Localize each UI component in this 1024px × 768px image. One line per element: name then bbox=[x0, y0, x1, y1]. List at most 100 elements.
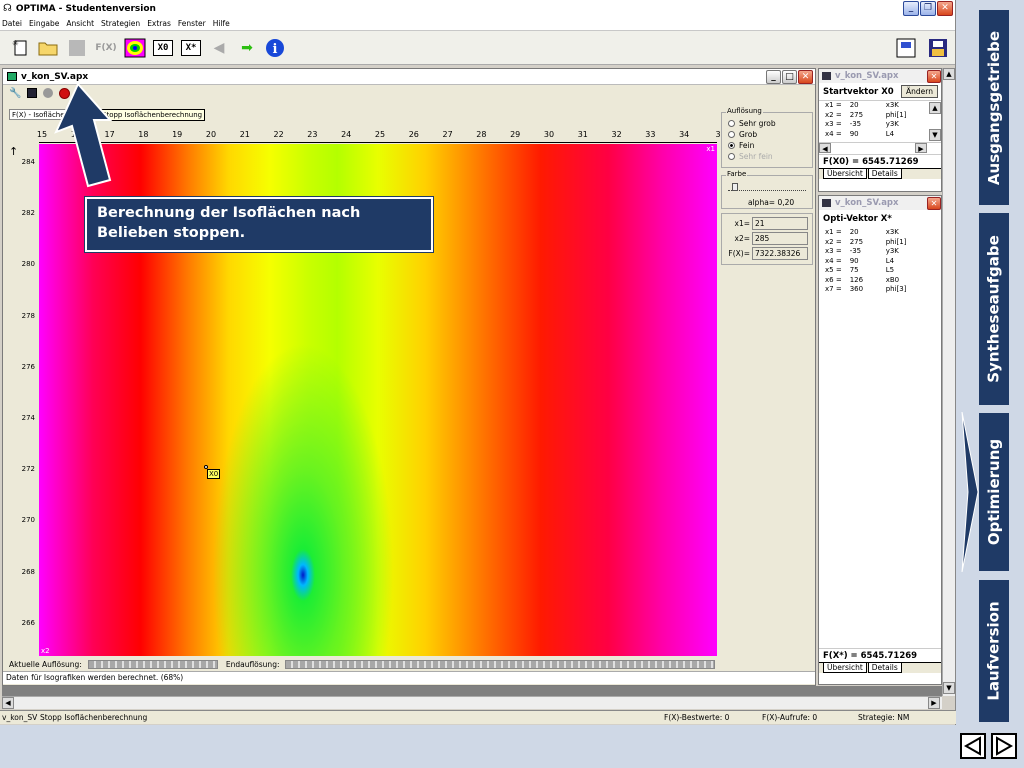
optivektor-header: Opti-Vektor X* bbox=[819, 210, 941, 228]
x0-marker: X0 bbox=[207, 469, 221, 479]
menu-datei[interactable]: Datei bbox=[2, 19, 22, 28]
variable-name: x1 = bbox=[825, 101, 842, 110]
variable-value: 126 bbox=[849, 275, 864, 284]
menu-ansicht[interactable]: Ansicht bbox=[66, 19, 94, 28]
panel-icon bbox=[822, 72, 831, 80]
x-tick-label: 23 bbox=[307, 130, 318, 139]
aktuelle-aufloesung-label: Aktuelle Auflösung: bbox=[9, 659, 82, 669]
tud-logo-icon[interactable] bbox=[895, 37, 917, 59]
menu-strategien[interactable]: Strategien bbox=[101, 19, 140, 28]
arrow-right-icon[interactable]: ➡ bbox=[236, 37, 258, 59]
start-scroll-down[interactable]: ▼ bbox=[929, 129, 941, 141]
radio-fein[interactable]: Fein bbox=[728, 140, 812, 151]
alpha-slider-thumb[interactable] bbox=[732, 183, 738, 191]
x-tick-label: 26 bbox=[408, 130, 419, 139]
variable-symbol: phi[3] bbox=[885, 285, 907, 294]
variable-name: x2 = bbox=[825, 237, 842, 246]
radio-sehr-fein[interactable]: Sehr fein bbox=[728, 151, 812, 162]
aendern-button[interactable]: Ändern bbox=[901, 85, 938, 98]
close-button[interactable]: ✕ bbox=[937, 1, 953, 16]
menu-hilfe[interactable]: Hilfe bbox=[213, 19, 230, 28]
start-scroll-up[interactable]: ▲ bbox=[929, 102, 941, 114]
prev-slide-button[interactable] bbox=[960, 733, 986, 759]
axis-x1-label: x1 bbox=[706, 145, 715, 153]
optivektor-titlebar: v_kon_SV.apx ✕ bbox=[819, 196, 941, 210]
doc-minimize-button[interactable]: _ bbox=[766, 69, 781, 84]
variable-value: 20 bbox=[849, 228, 859, 237]
start-scroll-left[interactable]: ◀ bbox=[819, 143, 831, 153]
control-panel: Auflösung Sehr grob Grob Fein Sehr fein … bbox=[719, 105, 815, 685]
main-vertical-scrollbar[interactable]: ▲ ▼ bbox=[942, 68, 955, 696]
next-slide-button[interactable] bbox=[991, 733, 1017, 759]
x-tick-label: 32 bbox=[611, 130, 622, 139]
open-folder-icon[interactable] bbox=[38, 37, 60, 59]
floppy-icon[interactable] bbox=[927, 37, 949, 59]
save-icon[interactable] bbox=[27, 88, 38, 98]
x-tick-label: 34 bbox=[679, 130, 690, 139]
info-icon[interactable]: i bbox=[264, 37, 286, 59]
variable-name: x5 = bbox=[825, 266, 842, 275]
menu-eingabe[interactable]: Eingabe bbox=[29, 19, 59, 28]
main-scroll-right[interactable]: ▶ bbox=[928, 697, 940, 709]
main-horizontal-scrollbar[interactable]: ◀ ▶ bbox=[2, 696, 942, 709]
doc-maximize-button[interactable]: □ bbox=[782, 69, 797, 84]
y-tick-label: 282 bbox=[21, 209, 35, 218]
wrench-icon[interactable]: 🔧 bbox=[9, 88, 21, 99]
y-tick-label: 272 bbox=[21, 465, 35, 474]
aufloesung-group: Auflösung Sehr grob Grob Fein Sehr fein bbox=[721, 107, 813, 168]
fx-field: 7322.38326 bbox=[752, 247, 808, 260]
xstar-button[interactable]: X* bbox=[180, 37, 202, 59]
main-scroll-down[interactable]: ▼ bbox=[943, 682, 955, 694]
tab-uebersicht-start[interactable]: Übersicht bbox=[823, 169, 867, 179]
tab-details-opti[interactable]: Details bbox=[867, 663, 902, 673]
fx-button[interactable]: F(X) bbox=[94, 37, 118, 59]
fxstar-value: F(X*) = 6545.71269 bbox=[819, 648, 941, 662]
restore-button[interactable]: ❐ bbox=[920, 1, 936, 16]
variable-row: x1 = 20 x3K bbox=[823, 228, 908, 238]
document-toolbar: 🔧 bbox=[3, 85, 815, 101]
save-disabled-icon[interactable] bbox=[66, 37, 88, 59]
radio-grob[interactable]: Grob bbox=[728, 129, 812, 140]
alpha-slider[interactable] bbox=[728, 183, 806, 191]
variable-name: x7 = bbox=[825, 285, 842, 294]
variable-symbol: y3K bbox=[885, 120, 899, 129]
optivektor-close-button[interactable]: ✕ bbox=[927, 196, 941, 210]
menu-extras[interactable]: Extras bbox=[147, 19, 171, 28]
startvektor-table: x1 = 20 x3K x2 = 275 phi[1] x3 = -35 y3K x4 = 90 L4 bbox=[823, 101, 908, 139]
radio-sehr-grob[interactable]: Sehr grob bbox=[728, 118, 812, 129]
workspace-strip bbox=[2, 686, 942, 696]
variable-row: x4 = 90 L4 bbox=[823, 130, 908, 140]
startvektor-close-button[interactable]: ✕ bbox=[927, 69, 941, 83]
nav-optimierung[interactable]: Optimierung bbox=[979, 413, 1009, 571]
variable-name: x3 = bbox=[825, 120, 842, 129]
main-scroll-up[interactable]: ▲ bbox=[943, 68, 955, 80]
variable-symbol: x3K bbox=[885, 228, 899, 237]
tab-uebersicht-opti[interactable]: Übersicht bbox=[823, 663, 867, 673]
x-axis-ruler: 1516171819202122232425262728293031323334… bbox=[37, 127, 721, 143]
arrow-left-icon[interactable]: ◀ bbox=[208, 37, 230, 59]
x1-field: 21 bbox=[752, 217, 808, 230]
x-tick-label: 21 bbox=[239, 130, 250, 139]
x-tick-label: 25 bbox=[374, 130, 386, 139]
isosurface-icon[interactable] bbox=[124, 37, 146, 59]
new-file-icon[interactable]: ✳ bbox=[10, 37, 32, 59]
calc-message: Daten für Isografiken werden berechnet. … bbox=[3, 671, 815, 684]
nav-ausgangsgetriebe[interactable]: Ausgangsgetriebe bbox=[979, 10, 1009, 205]
tab-details-start[interactable]: Details bbox=[867, 169, 902, 179]
start-scroll-right[interactable]: ▶ bbox=[915, 143, 927, 153]
y-tick-label: 268 bbox=[21, 567, 35, 576]
start-hscroll[interactable]: ◀ ▶ bbox=[819, 143, 941, 154]
toolbar: ✳ F(X) X0 X* ◀ ➡ i bbox=[0, 31, 955, 65]
menu-fenster[interactable]: Fenster bbox=[178, 19, 206, 28]
variable-row: x2 = 275 phi[1] bbox=[823, 238, 908, 248]
active-nav-arrow-icon bbox=[961, 412, 979, 572]
doc-close-button[interactable]: ✕ bbox=[798, 69, 813, 84]
minimize-button[interactable]: _ bbox=[903, 1, 919, 16]
nav-laufversion[interactable]: Laufversion bbox=[979, 580, 1009, 722]
variable-value: -35 bbox=[849, 120, 862, 129]
x2-field: 285 bbox=[752, 232, 808, 245]
main-scroll-left[interactable]: ◀ bbox=[2, 697, 14, 709]
nav-syntheseaufgabe[interactable]: Syntheseaufgabe bbox=[979, 213, 1009, 405]
variable-value: 275 bbox=[849, 237, 864, 246]
x0-button[interactable]: X0 bbox=[152, 37, 174, 59]
